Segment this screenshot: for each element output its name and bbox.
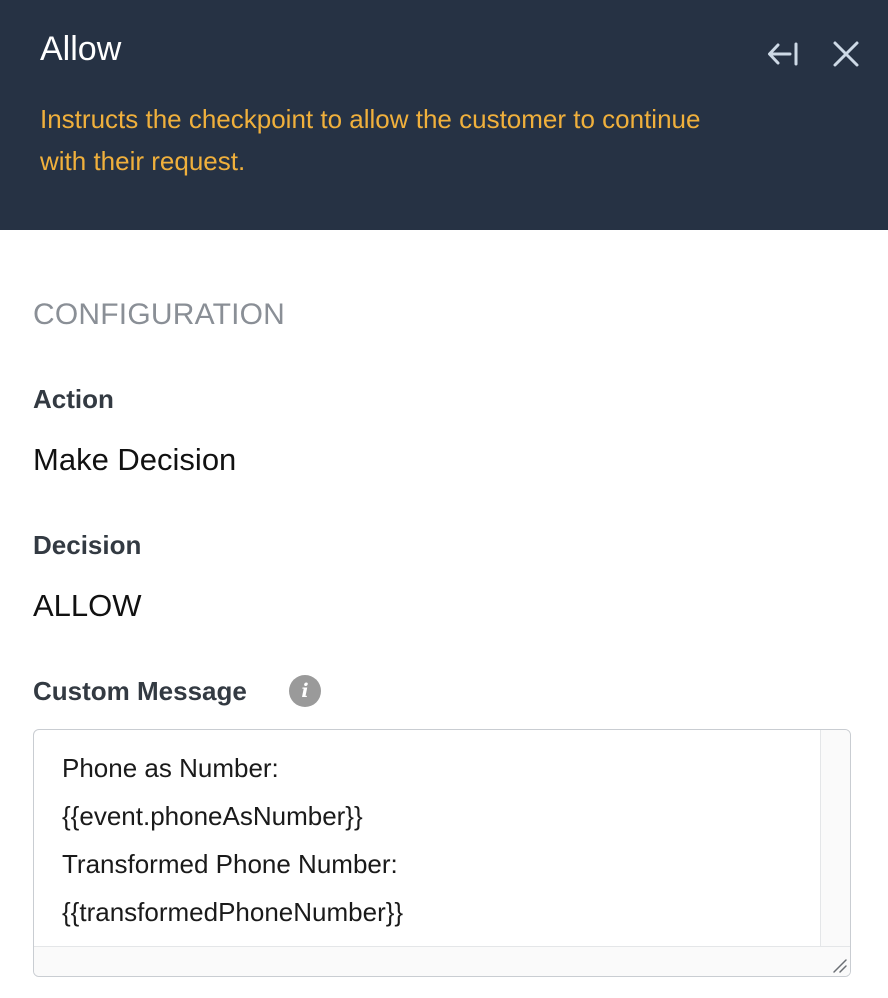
action-label: Action — [33, 384, 114, 414]
decision-label: Decision — [33, 530, 142, 560]
close-icon — [833, 41, 859, 67]
configuration-heading: CONFIGURATION — [33, 298, 286, 331]
panel-header: Allow Instructs the checkpoint to allow … — [0, 0, 888, 230]
collapse-left-icon — [768, 42, 798, 66]
decision-value: ALLOW — [33, 588, 142, 623]
custom-message-text[interactable]: Phone as Number: {{event.phoneAsNumber}}… — [62, 744, 822, 936]
panel-title: Allow — [40, 30, 122, 68]
custom-message-textarea[interactable]: Phone as Number: {{event.phoneAsNumber}}… — [33, 729, 851, 977]
resize-grip-icon[interactable] — [830, 956, 848, 974]
action-value: Make Decision — [33, 442, 237, 477]
close-button[interactable] — [828, 36, 864, 72]
info-icon[interactable]: i — [289, 675, 321, 707]
vertical-scrollbar[interactable] — [820, 730, 850, 976]
panel-description: Instructs the checkpoint to allow the cu… — [40, 104, 701, 176]
collapse-button[interactable] — [765, 36, 801, 72]
horizontal-scrollbar[interactable] — [34, 946, 850, 976]
custom-message-label: Custom Message — [33, 676, 247, 706]
